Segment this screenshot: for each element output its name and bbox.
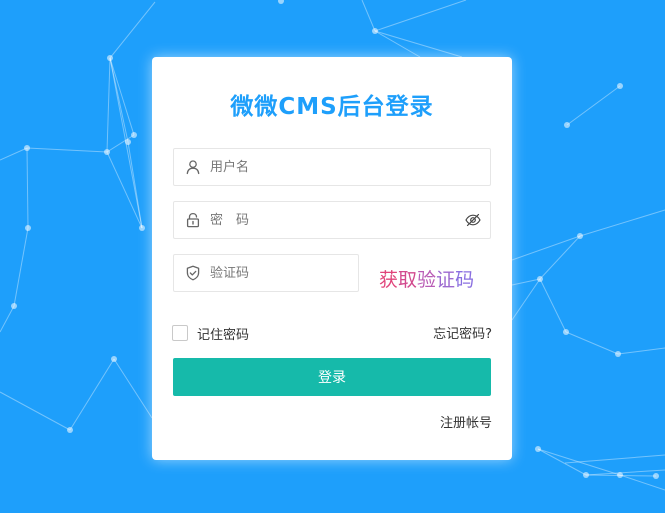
remember-password-label: 记住密码: [197, 327, 250, 343]
username-field[interactable]: [173, 148, 491, 186]
user-icon: [186, 160, 200, 175]
captcha-char: 码: [455, 269, 475, 291]
lock-icon: [186, 212, 200, 228]
forgot-password-link[interactable]: 忘记密码?: [433, 323, 492, 342]
captcha-field[interactable]: [173, 254, 359, 292]
password-input[interactable]: [210, 202, 450, 238]
register-account-link[interactable]: 注册帐号: [440, 412, 492, 431]
login-card: 微微CMS后台登录 获取验证码 记住密码 忘记密码? 登录: [152, 57, 512, 460]
shield-check-icon: [186, 265, 200, 281]
username-input[interactable]: [210, 149, 480, 185]
page-title: 微微CMS后台登录: [230, 94, 434, 120]
captcha-input[interactable]: [210, 255, 350, 291]
remember-password-checkbox[interactable]: 记住密码: [172, 324, 250, 343]
eye-icon[interactable]: [465, 213, 481, 227]
captcha-char: 获: [379, 269, 399, 291]
checkbox-box[interactable]: [172, 325, 188, 341]
password-field[interactable]: [173, 201, 491, 239]
captcha-char: 验: [417, 269, 437, 291]
captcha-char: 证: [436, 269, 456, 291]
captcha-image[interactable]: 获取验证码: [379, 265, 489, 295]
captcha-char: 取: [398, 269, 418, 291]
login-button[interactable]: 登录: [173, 358, 491, 396]
